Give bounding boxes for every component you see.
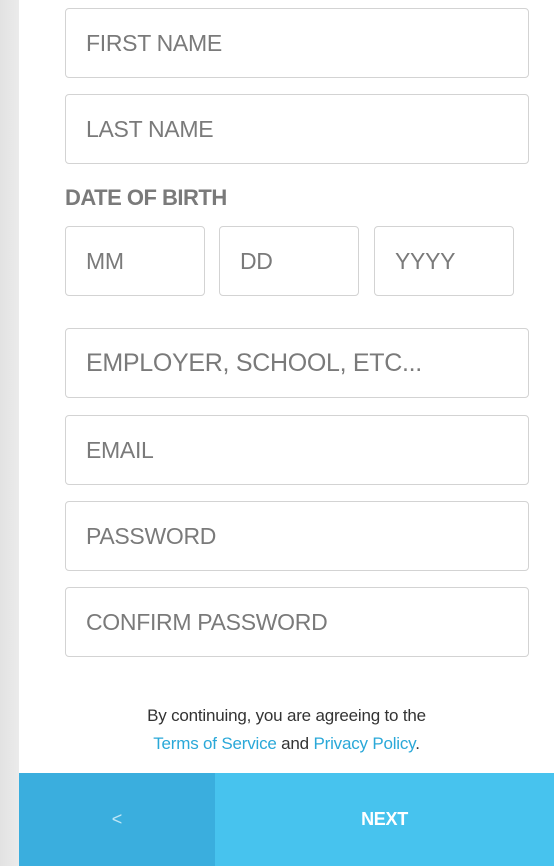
birth-month-input[interactable] [65, 226, 205, 296]
side-panel-edge [0, 0, 19, 866]
password-input[interactable] [65, 501, 529, 571]
legal-notice-line: By continuing, you are agreeing to the [147, 706, 426, 725]
privacy-policy-link[interactable]: Privacy Policy [313, 734, 415, 753]
bottom-nav-bar: < NEXT [19, 773, 554, 866]
last-name-input[interactable] [65, 94, 529, 164]
date-of-birth-label: DATE OF BIRTH [65, 185, 227, 210]
back-button[interactable]: < [19, 773, 215, 866]
birth-day-input[interactable] [219, 226, 359, 296]
next-button[interactable]: NEXT [215, 773, 554, 866]
terms-of-service-link[interactable]: Terms of Service [153, 734, 277, 753]
birth-year-input[interactable] [374, 226, 514, 296]
legal-and-text: and [281, 734, 309, 753]
legal-period: . [415, 734, 420, 753]
legal-notice: By continuing, you are agreeing to the T… [19, 702, 554, 758]
employer-school-input[interactable] [65, 328, 529, 398]
confirm-password-input[interactable] [65, 587, 529, 657]
legal-links-line: Terms of Service and Privacy Policy. [19, 730, 554, 758]
first-name-input[interactable] [65, 8, 529, 78]
email-input[interactable] [65, 415, 529, 485]
